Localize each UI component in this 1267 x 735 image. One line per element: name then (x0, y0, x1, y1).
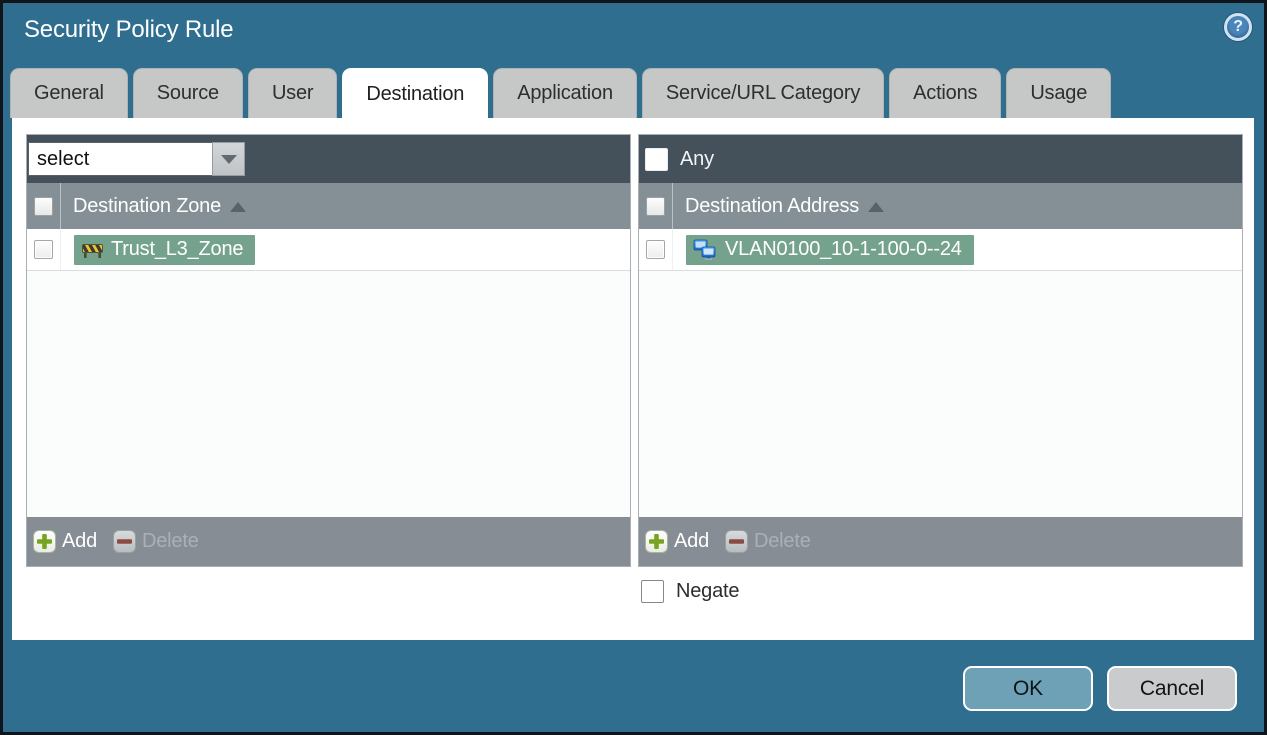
tab-user[interactable]: User (247, 68, 338, 118)
zone-name: Trust_L3_Zone (111, 238, 244, 260)
add-icon (645, 530, 668, 553)
tab-service-url-category[interactable]: Service/URL Category (641, 68, 885, 118)
zone-row-checkbox-cell (27, 229, 61, 270)
tab-source[interactable]: Source (132, 68, 243, 118)
add-icon (33, 530, 56, 553)
tab-actions[interactable]: Actions (889, 68, 1002, 118)
address-column-header[interactable]: Destination Address (685, 195, 859, 218)
tab-destination[interactable]: Destination (342, 68, 489, 120)
zone-select-dropdown-button[interactable] (212, 142, 245, 176)
destination-address-panel: Any Destination Address VLAN0100_10-1-10… (638, 134, 1243, 567)
zone-select-dropdown (28, 142, 245, 176)
zone-delete-button[interactable]: Delete (113, 530, 199, 553)
address-list: VLAN0100_10-1-100-0--24 (639, 229, 1242, 517)
zone-row-checkbox[interactable] (34, 240, 53, 259)
zone-column-header[interactable]: Destination Zone (73, 195, 221, 218)
address-select-all-checkbox[interactable] (646, 196, 665, 216)
ok-button[interactable]: OK (963, 666, 1093, 711)
address-icon (693, 239, 716, 260)
address-select-all-cell (639, 183, 673, 229)
address-delete-button[interactable]: Delete (725, 530, 811, 553)
any-control: Any (645, 147, 714, 171)
address-list-item[interactable]: VLAN0100_10-1-100-0--24 (639, 229, 1242, 271)
zone-delete-label: Delete (142, 530, 199, 552)
zone-add-button[interactable]: Add (33, 530, 97, 553)
any-checkbox[interactable] (645, 147, 668, 171)
negate-label: Negate (676, 580, 740, 602)
tab-general[interactable]: General (10, 68, 128, 118)
help-icon[interactable]: ? (1224, 13, 1252, 41)
negate-checkbox[interactable] (641, 580, 664, 603)
zone-panel-toolbar (27, 135, 630, 183)
minus-icon (725, 530, 748, 553)
dialog-title: Security Policy Rule (24, 16, 234, 43)
address-selected-chip[interactable]: VLAN0100_10-1-100-0--24 (686, 234, 974, 265)
zone-selected-chip[interactable]: Trust_L3_Zone (74, 234, 256, 265)
address-panel-toolbar: Any (639, 135, 1242, 183)
chevron-down-icon (220, 154, 237, 164)
zone-column-header-row: Destination Zone (27, 183, 630, 229)
address-column-header-row: Destination Address (639, 183, 1242, 229)
destination-tab-content: Destination Zone (12, 118, 1254, 640)
tab-application[interactable]: Application (493, 68, 637, 118)
minus-icon (113, 530, 136, 553)
security-policy-rule-dialog: Security Policy Rule ? General Source Us… (0, 0, 1267, 735)
destination-zone-panel: Destination Zone (26, 134, 631, 567)
address-delete-label: Delete (754, 530, 811, 552)
address-add-button[interactable]: Add (645, 530, 709, 553)
zone-add-label: Add (62, 530, 97, 552)
any-label: Any (680, 147, 714, 170)
zone-list-item[interactable]: Trust_L3_Zone (27, 229, 630, 271)
zone-list: Trust_L3_Zone (27, 229, 630, 517)
tab-usage[interactable]: Usage (1006, 68, 1112, 118)
address-row-checkbox[interactable] (646, 240, 665, 259)
negate-control: Negate (641, 580, 739, 603)
tab-bar: General Source User Destination Applicat… (10, 68, 1112, 120)
zone-select-all-cell (27, 183, 61, 229)
sort-ascending-icon (868, 202, 885, 212)
address-row-checkbox-cell (639, 229, 673, 270)
address-panel-footer: Add Delete (639, 517, 1242, 566)
zone-select-all-checkbox[interactable] (34, 196, 53, 216)
cancel-button[interactable]: Cancel (1107, 666, 1237, 711)
zone-select-input[interactable] (28, 142, 212, 176)
zone-icon (82, 243, 103, 258)
address-name: VLAN0100_10-1-100-0--24 (725, 238, 962, 260)
sort-ascending-icon (230, 202, 247, 212)
address-add-label: Add (674, 530, 709, 552)
zone-panel-footer: Add Delete (27, 517, 630, 566)
